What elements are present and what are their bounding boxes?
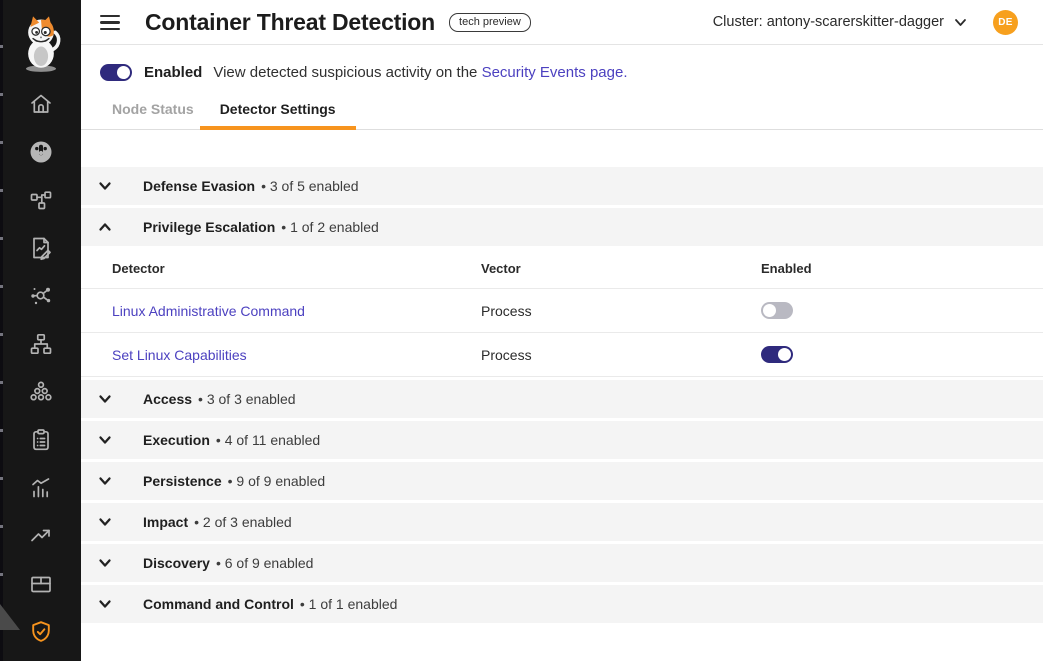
chevron-down-icon <box>98 597 112 611</box>
section-defense-evasion[interactable]: Defense Evasion • 3 of 5 enabled <box>81 167 1043 205</box>
user-avatar[interactable]: DE <box>993 10 1018 35</box>
network-map-icon <box>28 331 54 357</box>
sidebar-item-process-graph[interactable] <box>0 272 81 320</box>
checklist-icon <box>28 427 54 453</box>
sidebar-item-cluster-group[interactable] <box>0 368 81 416</box>
trending-up-icon <box>28 523 54 549</box>
page-title: Container Threat Detection <box>145 9 435 36</box>
toggle-description: View detected suspicious activity on the… <box>213 64 627 81</box>
dashboard-gauge-icon <box>28 139 54 165</box>
cluster-label: Cluster: antony-scarerskitter-dagger <box>713 14 944 30</box>
chevron-down-icon <box>98 179 112 193</box>
detection-enabled-toggle[interactable] <box>100 64 132 81</box>
tech-preview-badge: tech preview <box>449 13 531 32</box>
detector-link-set-linux-capabilities[interactable]: Set Linux Capabilities <box>112 347 247 363</box>
section-impact[interactable]: Impact • 2 of 3 enabled <box>81 503 1043 541</box>
chevron-down-icon <box>98 474 112 488</box>
chevron-down-icon <box>954 18 967 27</box>
chevron-down-icon <box>98 392 112 406</box>
corner-fold-decoration <box>0 604 21 631</box>
main-area: Container Threat Detection tech preview … <box>81 0 1043 661</box>
security-events-link[interactable]: Security Events page. <box>482 64 628 81</box>
col-header-vector: Vector <box>481 261 761 276</box>
hamburger-menu-icon[interactable] <box>100 11 122 33</box>
chevron-down-icon <box>98 433 112 447</box>
package-box-icon <box>28 571 54 597</box>
chevron-down-icon <box>98 556 112 570</box>
section-persistence[interactable]: Persistence • 9 of 9 enabled <box>81 462 1043 500</box>
col-header-detector: Detector <box>112 261 481 276</box>
sidebar-item-home[interactable] <box>0 80 81 128</box>
cluster-group-icon <box>28 379 54 405</box>
collapsed-menu-strip <box>0 0 3 661</box>
cat-mascot-logo[interactable] <box>14 12 68 74</box>
cluster-selector[interactable]: Cluster: antony-scarerskitter-dagger <box>713 14 967 30</box>
topbar: Container Threat Detection tech preview … <box>81 0 1043 45</box>
section-access[interactable]: Access • 3 of 3 enabled <box>81 380 1043 418</box>
process-graph-icon <box>28 283 54 309</box>
analytics-chart-icon <box>28 475 54 501</box>
sidebar-item-network-topology[interactable] <box>0 176 81 224</box>
app-window: Container Threat Detection tech preview … <box>0 0 1043 661</box>
vector-cell: Process <box>481 303 761 319</box>
threat-shield-icon <box>28 619 54 645</box>
home-icon <box>28 91 54 117</box>
vector-cell: Process <box>481 347 761 363</box>
col-header-enabled: Enabled <box>761 261 1043 276</box>
table-row: Set Linux Capabilities Process <box>81 333 1043 377</box>
report-edit-icon <box>28 235 54 261</box>
table-row: Linux Administrative Command Process <box>81 289 1043 333</box>
detector-toggle[interactable] <box>761 302 793 319</box>
sidebar-item-reports[interactable] <box>0 224 81 272</box>
sidebar-item-network-map[interactable] <box>0 320 81 368</box>
detector-settings-panel: Defense Evasion • 3 of 5 enabled Privile… <box>81 130 1043 626</box>
sidebar-item-analytics[interactable] <box>0 464 81 512</box>
tab-node-status[interactable]: Node Status <box>112 101 194 129</box>
sidebar-item-dashboard[interactable] <box>0 128 81 176</box>
section-discovery[interactable]: Discovery • 6 of 9 enabled <box>81 544 1043 582</box>
tab-bar: Node Status Detector Settings <box>81 101 1043 130</box>
section-privilege-escalation[interactable]: Privilege Escalation • 1 of 2 enabled <box>81 208 1043 246</box>
subheader: Enabled View detected suspicious activit… <box>81 45 1043 130</box>
network-topology-icon <box>28 187 54 213</box>
sidebar <box>0 0 81 661</box>
sidebar-nav <box>0 80 81 656</box>
sidebar-item-checklist[interactable] <box>0 416 81 464</box>
section-command-and-control[interactable]: Command and Control • 1 of 1 enabled <box>81 585 1043 623</box>
tab-detector-settings[interactable]: Detector Settings <box>220 101 336 129</box>
sidebar-item-trends[interactable] <box>0 512 81 560</box>
chevron-down-icon <box>98 515 112 529</box>
sidebar-item-packages[interactable] <box>0 560 81 608</box>
detector-table: Detector Vector Enabled Linux Administra… <box>81 249 1043 377</box>
detector-link-linux-administrative-command[interactable]: Linux Administrative Command <box>112 303 305 319</box>
section-execution[interactable]: Execution • 4 of 11 enabled <box>81 421 1043 459</box>
chevron-up-icon <box>98 220 112 234</box>
detector-toggle[interactable] <box>761 346 793 363</box>
table-header-row: Detector Vector Enabled <box>81 249 1043 289</box>
toggle-label: Enabled <box>144 64 202 81</box>
